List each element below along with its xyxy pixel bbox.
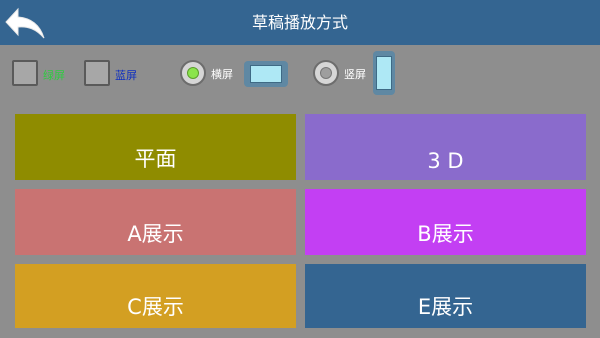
tile-3d[interactable]: 3 D bbox=[305, 114, 586, 180]
tile-b-label: B展示 bbox=[417, 222, 474, 246]
landscape-radio[interactable] bbox=[180, 60, 206, 86]
tile-3d-label: 3 D bbox=[427, 149, 464, 173]
tile-flat-label: 平面 bbox=[134, 147, 177, 171]
page-title: 草稿播放方式 bbox=[251, 13, 348, 32]
blue-screen-checkbox[interactable] bbox=[84, 60, 110, 86]
portrait-label: 竖屏 bbox=[344, 68, 366, 81]
blue-screen-label: 蓝屏 bbox=[115, 69, 137, 82]
tile-e[interactable]: E展示 bbox=[305, 264, 586, 328]
portrait-device-icon[interactable] bbox=[373, 51, 395, 95]
landscape-label: 横屏 bbox=[211, 68, 233, 81]
landscape-device-icon[interactable] bbox=[244, 61, 288, 87]
tile-b[interactable]: B展示 bbox=[305, 189, 586, 255]
radio-dot-icon bbox=[187, 67, 199, 79]
header-bar: 草稿播放方式 bbox=[0, 0, 600, 45]
tile-e-label: E展示 bbox=[417, 295, 474, 319]
tile-c[interactable]: C展示 bbox=[15, 264, 296, 328]
portrait-radio[interactable] bbox=[313, 60, 339, 86]
tile-flat[interactable]: 平面 bbox=[15, 114, 296, 180]
radio-dot-icon bbox=[320, 67, 332, 79]
options-bar: 绿屏 蓝屏 横屏 竖屏 bbox=[0, 45, 600, 103]
green-screen-checkbox[interactable] bbox=[12, 60, 38, 86]
tile-a[interactable]: A展示 bbox=[15, 189, 296, 255]
tile-a-label: A展示 bbox=[127, 222, 184, 246]
tile-c-label: C展示 bbox=[127, 295, 184, 319]
green-screen-label: 绿屏 bbox=[43, 69, 65, 82]
